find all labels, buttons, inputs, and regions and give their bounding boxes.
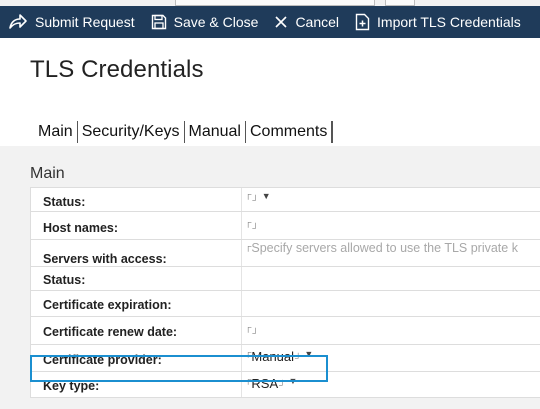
- field-label: Certificate provider:: [43, 353, 162, 367]
- submit-request-button[interactable]: Submit Request: [0, 6, 143, 38]
- field-start-marker: ┌: [245, 189, 252, 199]
- field-start-marker: ┌: [245, 241, 252, 251]
- field-end-marker: ┘: [295, 353, 302, 363]
- field-row-certificate-expiration: Certificate expiration:: [31, 291, 540, 317]
- field-end-marker: ┘: [252, 328, 259, 338]
- dropdown-arrow-icon[interactable]: ▼: [289, 376, 298, 386]
- host-names-field[interactable]: ┌┘: [245, 216, 259, 240]
- field-label: Certificate expiration:: [43, 298, 172, 312]
- field-row-certificate-provider: Certificate provider: ┌Manual┘ ▼: [31, 345, 540, 372]
- servers-placeholder: Specify servers allowed to use the TLS p…: [251, 241, 518, 255]
- field-label: Key type:: [43, 379, 100, 393]
- section-title: Main: [30, 165, 65, 182]
- action-toolbar: Submit Request Save & Close Cancel Impor…: [0, 6, 540, 38]
- column-divider: [241, 240, 242, 266]
- field-row-key-type: Key type: ┌RSA┘ ▼: [31, 372, 540, 398]
- floppy-disk-icon: [151, 14, 166, 30]
- certificate-provider-value: Manual: [251, 349, 295, 364]
- fields-grid: Status: ┌┘ ▼ Host names: ┌┘ Servers with …: [30, 187, 540, 398]
- field-row-status: Status: ┌┘ ▼: [31, 188, 540, 212]
- key-type-value: RSA: [251, 376, 279, 391]
- dropdown-arrow-icon[interactable]: ▼: [262, 191, 271, 201]
- field-end-marker: ┘: [252, 223, 259, 233]
- field-end-marker: ┘: [252, 195, 259, 205]
- field-row-certificate-renew-date: Certificate renew date: ┌┘: [31, 317, 540, 345]
- dropdown-arrow-icon[interactable]: ▼: [304, 349, 313, 359]
- tab-main[interactable]: Main: [34, 121, 78, 143]
- field-label: Servers with access:: [43, 252, 167, 266]
- key-type-dropdown[interactable]: ┌RSA┘ ▼: [245, 373, 297, 397]
- tab-bar: Main Security/Keys Manual Comments: [34, 121, 334, 143]
- submit-request-label: Submit Request: [35, 14, 135, 30]
- tab-security-keys[interactable]: Security/Keys: [78, 121, 185, 143]
- close-icon: [275, 16, 288, 28]
- certificate-provider-dropdown[interactable]: ┌Manual┘ ▼: [245, 346, 313, 370]
- column-divider: [241, 212, 242, 239]
- page-title: TLS Credentials: [30, 56, 204, 83]
- servers-with-access-field[interactable]: ┌Specify servers allowed to use the TLS …: [245, 240, 518, 264]
- field-row-status-readonly: Status:: [31, 267, 540, 291]
- save-close-label: Save & Close: [173, 14, 259, 30]
- cancel-button[interactable]: Cancel: [266, 6, 347, 38]
- field-row-host-names: Host names: ┌┘: [31, 212, 540, 240]
- import-tls-credentials-button[interactable]: Import TLS Credentials: [347, 6, 529, 38]
- field-label: Host names:: [43, 221, 119, 235]
- tab-comments[interactable]: Comments: [246, 121, 334, 143]
- column-divider: [241, 345, 242, 371]
- import-tls-credentials-label: Import TLS Credentials: [377, 14, 521, 30]
- field-label: Certificate renew date:: [43, 325, 178, 339]
- status-dropdown[interactable]: ┌┘ ▼: [245, 188, 271, 212]
- field-end-marker: ┘: [279, 380, 286, 390]
- certificate-renew-date-field[interactable]: ┌┘: [245, 321, 259, 345]
- cancel-label: Cancel: [295, 14, 340, 30]
- column-divider: [241, 267, 242, 290]
- column-divider: [241, 317, 242, 344]
- column-divider: [241, 372, 242, 397]
- main-section: Main Status: ┌┘ ▼ Host names: ┌┘ Servers …: [0, 146, 540, 409]
- save-close-button[interactable]: Save & Close: [143, 6, 267, 38]
- tab-manual[interactable]: Manual: [185, 121, 246, 143]
- field-start-marker: ┌: [245, 217, 252, 227]
- field-row-servers-with-access: Servers with access: ┌Specify servers al…: [31, 240, 540, 267]
- column-divider: [241, 188, 242, 211]
- field-label: Status:: [43, 273, 86, 287]
- send-arrow-icon: [9, 14, 27, 29]
- field-label: Status:: [43, 195, 86, 209]
- field-start-marker: ┌: [245, 322, 252, 332]
- import-document-icon: [355, 13, 370, 31]
- column-divider: [241, 291, 242, 316]
